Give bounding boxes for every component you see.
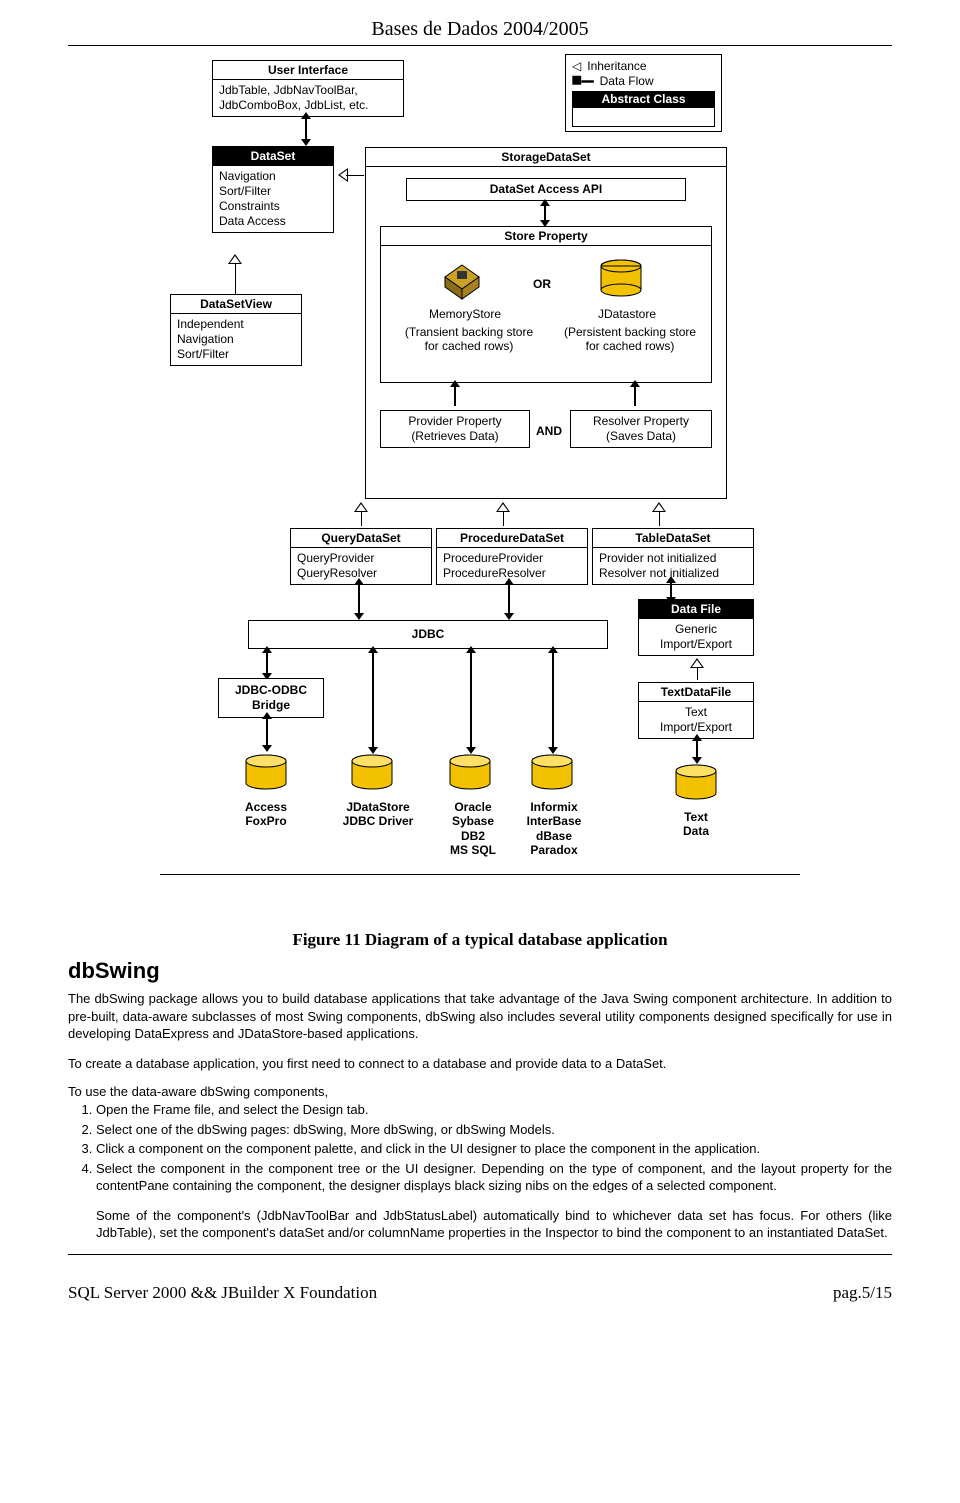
steps-list: Open the Frame file, and select the Desi…	[96, 1101, 892, 1195]
query-title: QueryDataSet	[291, 529, 431, 548]
arrow-api-store	[544, 205, 546, 221]
footer-right: pag.5/15	[833, 1283, 892, 1303]
paragraph-1: The dbSwing package allows you to build …	[68, 990, 892, 1043]
arrow-src4	[552, 652, 554, 748]
and-label: AND	[536, 424, 562, 438]
datafile-box: Data File Generic Import/Export	[638, 599, 754, 656]
dataset-box: DataSet Navigation Sort/Filter Constrain…	[212, 146, 334, 233]
header-rule	[68, 45, 892, 46]
memory-chip-icon	[441, 263, 483, 303]
line-q	[361, 512, 362, 526]
textdf-body: Text Import/Export	[639, 702, 753, 738]
footer-left: SQL Server 2000 && JBuilder X Foundation	[68, 1283, 377, 1303]
dataset-title: DataSet	[213, 147, 333, 166]
arrow-src2	[372, 652, 374, 748]
ui-body: JdbTable, JdbNavToolBar, JdbComboBox, Jd…	[213, 80, 403, 116]
src1-label: Access FoxPro	[226, 800, 306, 829]
tri-textdf	[690, 658, 704, 668]
step-4: Select the component in the component tr…	[96, 1160, 892, 1195]
store-prop-title: Store Property	[381, 227, 711, 246]
section-heading: dbSwing	[68, 958, 892, 984]
dataflow-icon: ⯀━	[572, 74, 594, 89]
jdatastore-cyl-icon	[599, 259, 643, 297]
src4-label: Informix InterBase dBase Paradox	[514, 800, 594, 858]
memorystore-desc: (Transient backing store for cached rows…	[391, 325, 547, 354]
inherit-line-1	[346, 175, 364, 176]
ui-title: User Interface	[213, 61, 403, 80]
arrow-ui-dataset	[305, 118, 307, 140]
paragraph-4: Some of the component's (JdbNavToolBar a…	[96, 1207, 892, 1242]
memorystore-label: MemoryStore	[415, 307, 515, 321]
arrow-p-jdbc	[508, 584, 510, 614]
procdataset-box: ProcedureDataSet ProcedureProvider Proce…	[436, 528, 588, 585]
resolver-box: Resolver Property (Saves Data)	[570, 410, 712, 448]
line-p	[503, 512, 504, 526]
legend-box: ◁ Inheritance ⯀━ Data Flow Abstract Clas…	[565, 54, 722, 132]
src5-label: Text Data	[666, 810, 726, 839]
dataset-body: Navigation Sort/Filter Constraints Data …	[213, 166, 333, 232]
dataset-api-box: DataSet Access API	[406, 178, 686, 201]
querydataset-box: QueryDataSet QueryProvider QueryResolver	[290, 528, 432, 585]
arrow-resolver	[634, 386, 636, 406]
jdatastore-desc: (Persistent backing store for cached row…	[551, 325, 709, 354]
line-textdf	[697, 668, 698, 680]
legend-abstract: Abstract Class	[572, 91, 715, 108]
figure-caption: Figure 11 Diagram of a typical database …	[68, 930, 892, 950]
diagram-bottom-rule	[160, 874, 800, 875]
textdatafile-box: TextDataFile Text Import/Export	[638, 682, 754, 739]
textdf-title: TextDataFile	[639, 683, 753, 702]
tri-t	[652, 502, 666, 512]
arrow-src3	[470, 652, 472, 748]
tri-p	[496, 502, 510, 512]
line-t	[659, 512, 660, 526]
src2-label: JDataStore JDBC Driver	[330, 800, 426, 829]
paragraph-2: To create a database application, you fi…	[68, 1055, 892, 1073]
dsv-title: DataSetView	[171, 295, 301, 314]
dataset-api: DataSet Access API	[407, 179, 685, 200]
datasetview-box: DataSetView Independent Navigation Sort/…	[170, 294, 302, 366]
arrow-provider	[454, 386, 456, 406]
inherit-tri-dsv	[228, 254, 242, 264]
provider-label: Provider Property (Retrieves Data)	[381, 411, 529, 447]
db-cyl-1	[244, 754, 288, 792]
arrow-src5	[696, 740, 698, 758]
db-cyl-4	[530, 754, 574, 792]
datafile-body: Generic Import/Export	[639, 619, 753, 655]
architecture-diagram: ◁ Inheritance ⯀━ Data Flow Abstract Clas…	[160, 54, 800, 924]
legend-dataflow: Data Flow	[600, 74, 654, 89]
storage-dataset-box: StorageDataSet DataSet Access API Store …	[365, 147, 727, 499]
step-2: Select one of the dbSwing pages: dbSwing…	[96, 1121, 892, 1139]
datafile-title: Data File	[639, 600, 753, 619]
arrow-src1	[266, 718, 268, 746]
dsv-body: Independent Navigation Sort/Filter	[171, 314, 301, 365]
inherit-line-dsv	[235, 264, 236, 294]
or-label: OR	[533, 277, 551, 291]
page-header: Bases de Dados 2004/2005	[68, 18, 892, 41]
jdatastore-label: JDatastore	[577, 307, 677, 321]
steps-lead: To use the data-aware dbSwing components…	[68, 1084, 892, 1099]
footer-rule	[68, 1254, 892, 1255]
storage-title: StorageDataSet	[366, 148, 726, 167]
jdbc-box: JDBC	[248, 620, 608, 649]
tri-q	[354, 502, 368, 512]
inheritance-icon: ◁	[572, 59, 581, 74]
provider-box: Provider Property (Retrieves Data)	[380, 410, 530, 448]
legend-inheritance: Inheritance	[587, 59, 646, 74]
step-1: Open the Frame file, and select the Desi…	[96, 1101, 892, 1119]
store-property-box: Store Property OR MemoryStore JDatastore…	[380, 226, 712, 383]
arrow-jdbc-bridge	[266, 652, 268, 674]
db-cyl-3	[448, 754, 492, 792]
arrow-q-jdbc	[358, 584, 360, 614]
jdbc-title: JDBC	[249, 621, 607, 648]
proc-title: ProcedureDataSet	[437, 529, 587, 548]
resolver-label: Resolver Property (Saves Data)	[571, 411, 711, 447]
db-cyl-2	[350, 754, 394, 792]
arrow-table-datafile	[670, 582, 672, 598]
src3-label: Oracle Sybase DB2 MS SQL	[436, 800, 510, 858]
step-3: Click a component on the component palet…	[96, 1140, 892, 1158]
user-interface-box: User Interface JdbTable, JdbNavToolBar, …	[212, 60, 404, 117]
db-cyl-5	[674, 764, 718, 802]
table-title: TableDataSet	[593, 529, 753, 548]
